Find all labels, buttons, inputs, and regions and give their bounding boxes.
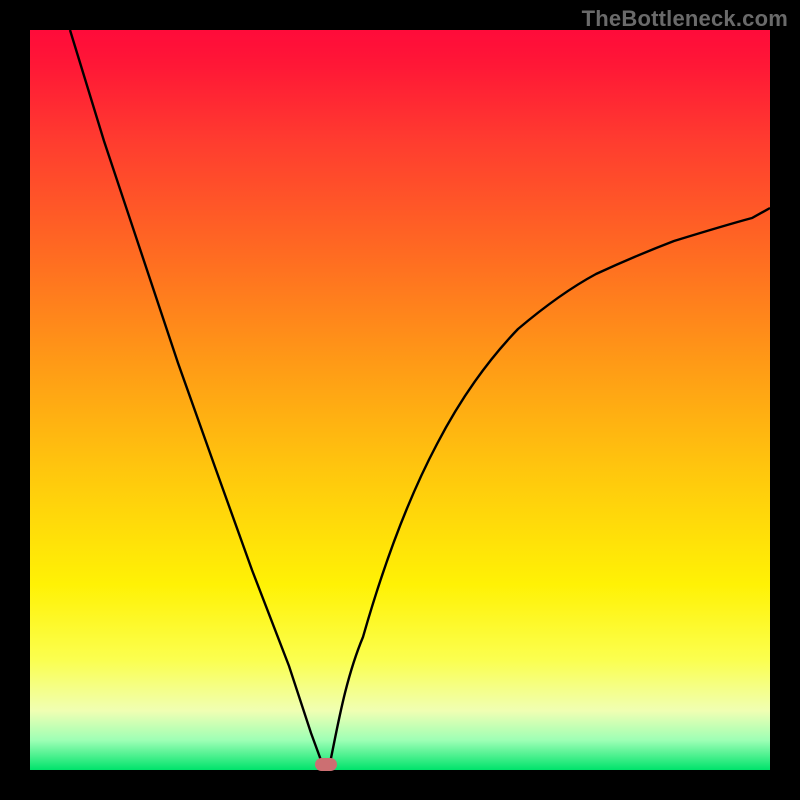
- bottleneck-curve: [30, 30, 770, 770]
- watermark-text: TheBottleneck.com: [582, 6, 788, 32]
- chart-frame: TheBottleneck.com: [0, 0, 800, 800]
- curve-right-branch: [330, 208, 770, 763]
- optimal-point-marker: [315, 758, 337, 771]
- curve-left-branch: [70, 30, 322, 763]
